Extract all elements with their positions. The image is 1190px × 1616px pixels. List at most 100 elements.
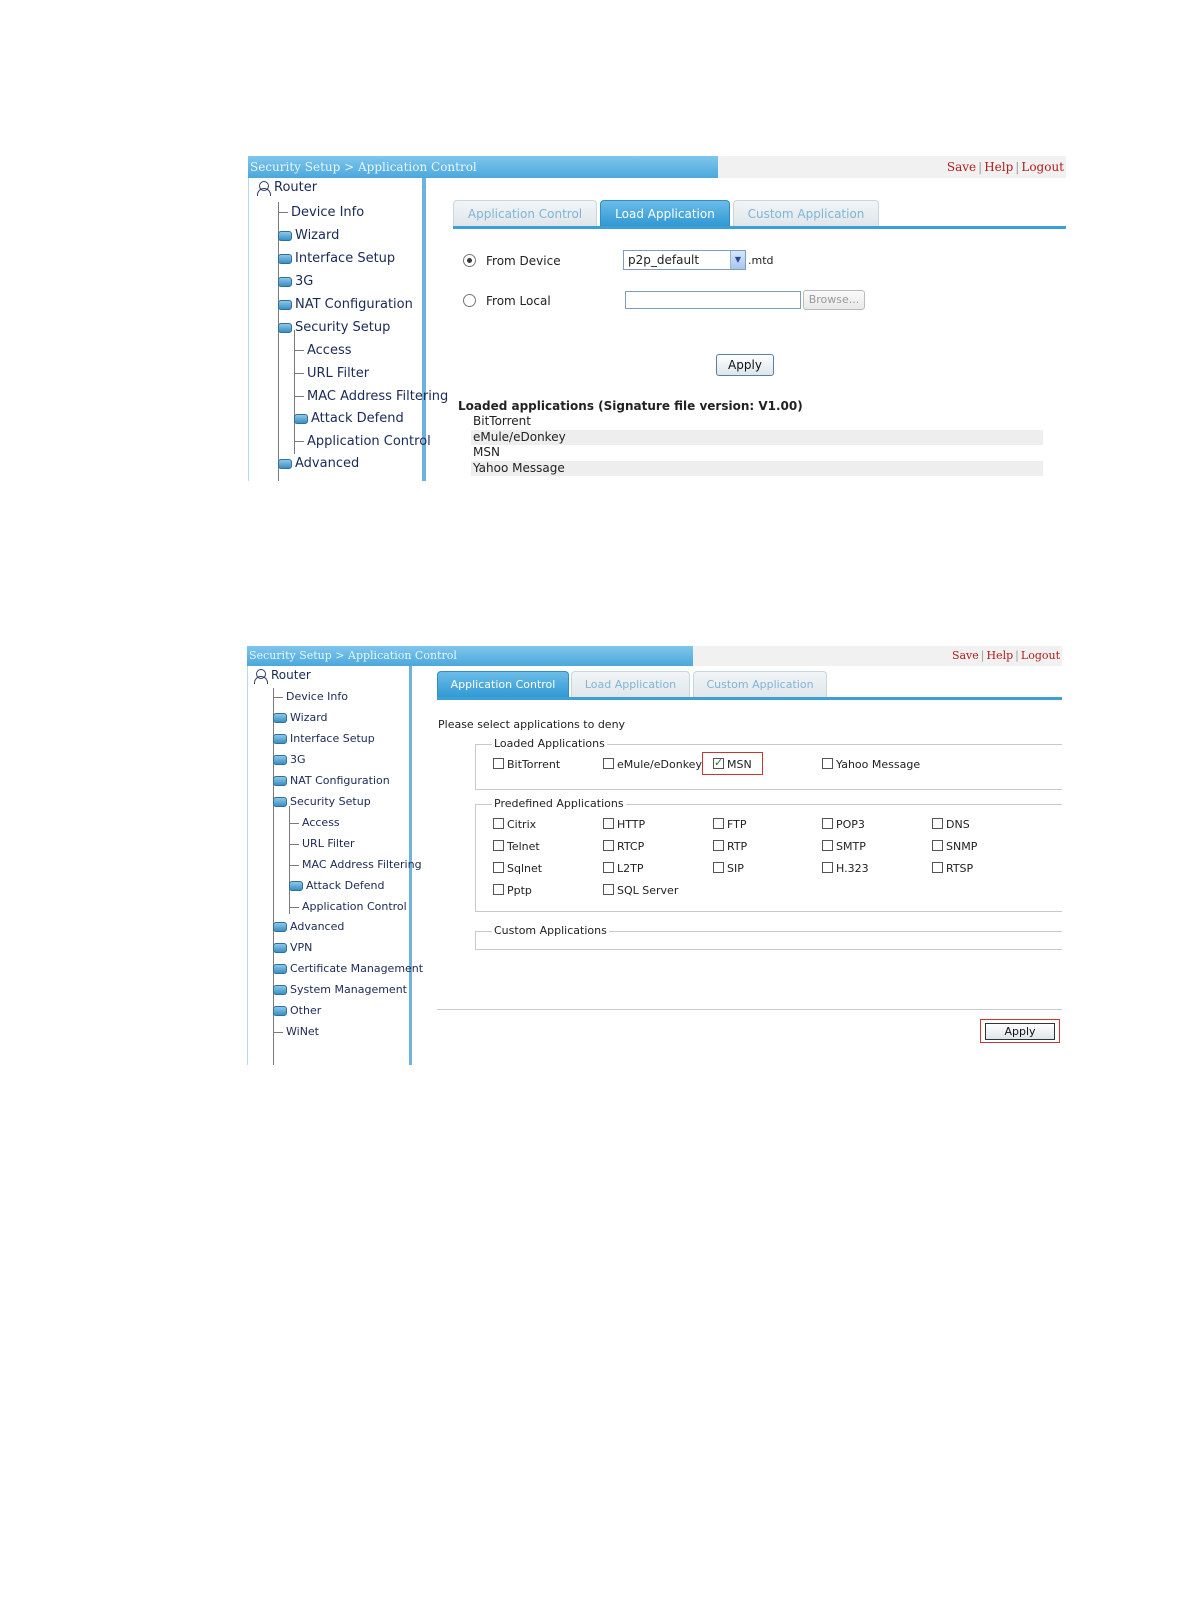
tree-item-access[interactable]: Access bbox=[294, 343, 352, 358]
tab-load-application[interactable]: Load Application bbox=[571, 671, 690, 698]
checkbox-checked-icon bbox=[713, 756, 724, 769]
checkbox-icon bbox=[822, 818, 833, 829]
checkbox-citrix[interactable]: Citrix bbox=[493, 818, 536, 831]
tree-root-router[interactable]: Router bbox=[257, 180, 317, 196]
checkbox-ftp[interactable]: FTP bbox=[713, 818, 747, 831]
checkbox-icon bbox=[932, 840, 943, 851]
save-link[interactable]: Save bbox=[952, 649, 979, 662]
tree-item-wizard[interactable]: Wizard bbox=[278, 228, 339, 243]
load-application-screenshot: Security Setup > Application Control Sav… bbox=[248, 156, 1066, 481]
tree-item-3g[interactable]: 3G bbox=[278, 274, 313, 289]
folder-open-icon bbox=[278, 322, 292, 333]
tree-item-application-control[interactable]: Application Control bbox=[289, 900, 407, 913]
tree-item-url-filter[interactable]: URL Filter bbox=[289, 837, 355, 850]
checkbox-dns[interactable]: DNS bbox=[932, 818, 970, 831]
logout-link[interactable]: Logout bbox=[1021, 649, 1060, 662]
tab-application-control[interactable]: Application Control bbox=[437, 671, 569, 698]
loaded-applications-legend: Loaded Applications bbox=[492, 737, 607, 750]
tree-item-security-setup[interactable]: Security Setup bbox=[278, 320, 390, 335]
tab-load-application[interactable]: Load Application bbox=[600, 200, 730, 226]
from-device-radio[interactable] bbox=[463, 254, 476, 267]
folder-icon bbox=[289, 881, 303, 891]
tree-item-application-control[interactable]: Application Control bbox=[294, 434, 431, 449]
apply-button[interactable]: Apply bbox=[716, 354, 774, 376]
checkbox-pop3[interactable]: POP3 bbox=[822, 818, 865, 831]
application-control-screenshot: Security Setup > Application Control Sav… bbox=[247, 646, 1062, 1065]
checkbox-http[interactable]: HTTP bbox=[603, 818, 645, 831]
tree-item-access[interactable]: Access bbox=[289, 816, 340, 829]
checkbox-msn[interactable]: MSN bbox=[713, 756, 752, 771]
checkbox-telnet[interactable]: Telnet bbox=[493, 840, 540, 853]
checkbox-h323[interactable]: H.323 bbox=[822, 862, 869, 875]
folder-icon bbox=[273, 964, 287, 974]
checkbox-rtcp[interactable]: RTCP bbox=[603, 840, 644, 853]
checkbox-bittorrent[interactable]: BitTorrent bbox=[493, 758, 560, 771]
tree-item-winet[interactable]: WiNet bbox=[273, 1025, 319, 1038]
checkbox-snmp[interactable]: SNMP bbox=[932, 840, 977, 853]
checkbox-rtsp[interactable]: RTSP bbox=[932, 862, 973, 875]
tab-custom-application[interactable]: Custom Application bbox=[693, 671, 827, 698]
checkbox-yahoo-message[interactable]: Yahoo Message bbox=[822, 758, 920, 771]
local-file-input[interactable] bbox=[625, 291, 801, 309]
checkbox-smtp[interactable]: SMTP bbox=[822, 840, 866, 853]
tab-custom-application[interactable]: Custom Application bbox=[733, 200, 879, 226]
checkbox-sqlnet[interactable]: Sqlnet bbox=[493, 862, 542, 875]
nav-tree: Router Device Info Wizard Interface Setu… bbox=[248, 178, 448, 481]
tree-item-device-info[interactable]: Device Info bbox=[278, 205, 364, 220]
tab-application-control[interactable]: Application Control bbox=[453, 200, 597, 226]
apply-button[interactable]: Apply bbox=[985, 1023, 1055, 1040]
help-link[interactable]: Help bbox=[984, 160, 1013, 174]
tree-item-3g[interactable]: 3G bbox=[273, 753, 306, 766]
from-device-label: From Device bbox=[486, 254, 561, 268]
tree-item-vpn[interactable]: VPN bbox=[273, 941, 312, 954]
tree-item-advanced[interactable]: Advanced bbox=[278, 456, 359, 471]
tree-item-interface-setup[interactable]: Interface Setup bbox=[273, 732, 375, 745]
checkbox-icon bbox=[603, 862, 614, 873]
tree-item-wizard[interactable]: Wizard bbox=[273, 711, 328, 724]
tree-item-nat-configuration[interactable]: NAT Configuration bbox=[273, 774, 390, 787]
checkbox-sip[interactable]: SIP bbox=[713, 862, 744, 875]
checkbox-icon bbox=[493, 862, 504, 873]
tree-item-certificate-management[interactable]: Certificate Management bbox=[273, 962, 423, 975]
custom-applications-legend: Custom Applications bbox=[492, 924, 609, 937]
tree-item-attack-defend[interactable]: Attack Defend bbox=[294, 411, 404, 426]
tree-item-interface-setup[interactable]: Interface Setup bbox=[278, 251, 395, 266]
folder-icon bbox=[273, 734, 287, 744]
folder-icon bbox=[278, 299, 292, 310]
save-link[interactable]: Save bbox=[947, 160, 976, 174]
tree-item-attack-defend[interactable]: Attack Defend bbox=[289, 879, 384, 892]
folder-icon bbox=[278, 276, 292, 287]
tree-item-advanced[interactable]: Advanced bbox=[273, 920, 344, 933]
folder-icon bbox=[273, 943, 287, 953]
breadcrumb: Security Setup > Application Control bbox=[249, 649, 457, 662]
predefined-applications-legend: Predefined Applications bbox=[492, 797, 626, 810]
tree-item-nat-configuration[interactable]: NAT Configuration bbox=[278, 297, 413, 312]
checkbox-sql-server[interactable]: SQL Server bbox=[603, 884, 678, 897]
checkbox-icon bbox=[603, 884, 614, 895]
dropdown-arrow-icon: ▼ bbox=[730, 251, 745, 269]
tree-item-mac-address-filtering[interactable]: MAC Address Filtering bbox=[289, 858, 422, 871]
tree-item-device-info[interactable]: Device Info bbox=[273, 690, 348, 703]
from-local-label: From Local bbox=[486, 294, 551, 308]
device-file-ext: .mtd bbox=[748, 254, 774, 267]
tree-item-url-filter[interactable]: URL Filter bbox=[294, 366, 369, 381]
checkbox-icon bbox=[932, 862, 943, 873]
folder-icon bbox=[294, 413, 308, 424]
tree-item-other[interactable]: Other bbox=[273, 1004, 321, 1017]
tree-item-system-management[interactable]: System Management bbox=[273, 983, 407, 996]
tree-item-security-setup[interactable]: Security Setup bbox=[273, 795, 371, 808]
checkbox-rtp[interactable]: RTP bbox=[713, 840, 747, 853]
help-link[interactable]: Help bbox=[987, 649, 1014, 662]
checkbox-emule-edonkey[interactable]: eMule/eDonkey bbox=[603, 758, 702, 771]
browse-button[interactable]: Browse... bbox=[803, 290, 865, 310]
checkbox-l2tp[interactable]: L2TP bbox=[603, 862, 643, 875]
loaded-applications-group: Loaded Applications bbox=[475, 737, 1062, 790]
from-local-radio[interactable] bbox=[463, 294, 476, 307]
checkbox-pptp[interactable]: Pptp bbox=[493, 884, 532, 897]
logout-link[interactable]: Logout bbox=[1021, 160, 1064, 174]
tree-root-router[interactable]: Router bbox=[254, 668, 311, 684]
checkbox-icon bbox=[822, 758, 833, 769]
device-file-select[interactable]: p2p_default ▼ bbox=[623, 250, 746, 270]
tree-item-mac-address-filtering[interactable]: MAC Address Filtering bbox=[294, 389, 448, 404]
list-item: MSN bbox=[473, 445, 500, 459]
